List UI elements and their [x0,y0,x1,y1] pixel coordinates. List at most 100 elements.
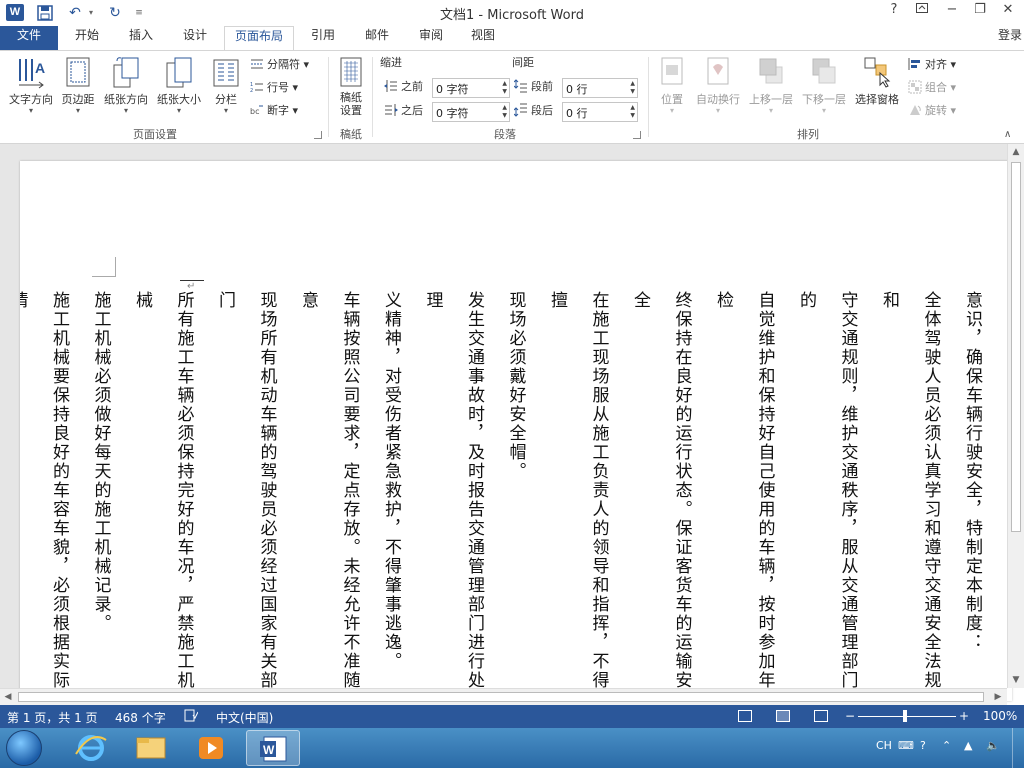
zoom-slider-thumb[interactable] [903,710,907,722]
collapse-ribbon-icon[interactable]: ∧ [1004,129,1011,140]
tray-expand-icon[interactable]: ⌃ [942,739,951,752]
scroll-left-icon[interactable]: ◀ [0,689,16,705]
spinner-arrows-icon[interactable]: ▲ ▼ [630,104,635,120]
wrap-text-button[interactable]: 自动换行 ▾ [692,55,744,121]
scroll-down-icon[interactable]: ▼ [1008,672,1024,688]
align-button[interactable]: 对齐 ▾ [908,55,956,75]
show-hidden-icons-icon[interactable]: ▲ [964,739,972,752]
indent-after-input[interactable]: 0 字符 ▲ ▼ [432,102,510,122]
document-text-column[interactable]: 终保持在良好的运行状态。保证客货车的运输安全 [619,291,702,691]
input-language-indicator[interactable]: CH [876,739,892,752]
margins-button[interactable]: 页边距 ▾ [58,55,98,121]
tab-references[interactable]: 引用 [300,26,346,50]
show-desktop-button[interactable] [1012,728,1024,768]
document-text-column[interactable]: 现场必须戴好安全帽。 [494,291,536,691]
zoom-in-button[interactable]: + [959,709,969,723]
columns-button[interactable]: 分栏 ▾ [208,55,244,121]
text-direction-button[interactable]: A 文字方向 ▾ [4,55,58,121]
spinner-arrows-icon[interactable]: ▲ ▼ [630,80,635,96]
tab-home[interactable]: 开始 [64,26,110,50]
volume-icon[interactable]: 🔈 [986,739,1000,752]
selection-pane-button[interactable]: 选择窗格 [852,55,902,121]
svg-text:bc: bc [250,107,259,116]
print-layout-icon[interactable] [776,710,790,722]
hyphenation-button[interactable]: bc 断字 ▾ [250,101,298,121]
document-text-column[interactable]: 守交通规则，维护交通秩序，服从交通管理部门的 [785,291,868,691]
zoom-slider-track[interactable] [858,716,956,717]
spinner-arrows-icon[interactable]: ▲ ▼ [502,80,507,96]
read-mode-icon[interactable] [738,710,752,722]
spacing-after-value: 0 行 [566,107,588,120]
bring-forward-button[interactable]: 上移一层 ▾ [746,55,796,121]
spinner-arrows-icon[interactable]: ▲ ▼ [502,104,507,120]
columns-icon [211,55,241,89]
horizontal-scrollbar[interactable]: ◀ ▶ [0,688,1007,705]
spacing-before-input[interactable]: 0 行 ▲ ▼ [562,78,638,98]
tab-file[interactable]: 文件 [0,26,58,50]
sign-in-link[interactable]: 登录 [998,26,1022,43]
indent-before-input[interactable]: 0 字符 ▲ ▼ [432,78,510,98]
document-text-column[interactable]: 意识，确保车辆行驶安全，特制定本制度： [951,291,993,691]
text-direction-icon: A [16,55,46,89]
start-button-icon[interactable] [6,730,42,766]
document-text-column[interactable]: 义精神，对受伤者紧急救护，不得肇事逃逸。 [370,291,412,691]
proofing-icon[interactable] [184,709,199,725]
media-player-icon[interactable] [184,730,238,766]
line-numbers-button[interactable]: 1 2 行号 ▾ [250,78,298,98]
document-text-column[interactable]: 车辆按照公司要求，定点存放。未经允许不准随意 [287,291,370,691]
zoom-out-button[interactable]: − [845,709,855,723]
document-text-column[interactable]: 发生交通事故时，及时报告交通管理部门进行处理 [411,291,494,691]
document-text-column[interactable]: 施工机械要保持良好的车容车貌，必须根据实际情 [20,291,79,691]
document-page[interactable]: ↵ 意识，确保车辆行驶安全，特制定本制度： 全体驾驶人员必须认真学习和遵守交通安全… [20,161,1012,701]
ie-icon[interactable] [64,730,118,766]
tab-insert[interactable]: 插入 [118,26,164,50]
group-divider [648,57,649,137]
spacing-after-input[interactable]: 0 行 ▲ ▼ [562,102,638,122]
paragraph-dialog-launcher[interactable] [633,131,641,139]
web-layout-icon[interactable] [814,710,828,722]
crop-mark [115,257,116,277]
language-indicator[interactable]: 中文(中国) [216,709,273,726]
tab-mailings[interactable]: 邮件 [354,26,400,50]
tab-view[interactable]: 视图 [460,26,506,50]
minimize-icon[interactable]: − [938,2,966,24]
restore-icon[interactable]: ❐ [966,2,994,24]
vertical-document-text[interactable]: 意识，确保车辆行驶安全，特制定本制度： 全体驾驶人员必须认真学习和遵守交通安全法规… [20,291,992,691]
document-text-column[interactable]: 施工机械必须做好每天的施工机械记录。 [79,291,121,691]
word-count[interactable]: 468 个字 [115,709,166,726]
ribbon-display-options-icon[interactable] [908,2,936,24]
tab-design[interactable]: 设计 [172,26,218,50]
tab-review[interactable]: 审阅 [408,26,454,50]
document-text-column[interactable]: 现场所有机动车辆的驾驶员必须经过国家有关部门 [204,291,287,691]
page-count[interactable]: 第 1 页，共 1 页 [7,709,98,726]
document-text-column[interactable]: 自觉维护和保持好自己使用的车辆，按时参加年检 [702,291,785,691]
document-text-column[interactable]: 所有施工车辆必须保持完好的车况，严禁施工机械 [121,291,204,691]
document-text-column[interactable]: 在施工现场服从施工负责人的领导和指挥，不得擅 [536,291,619,691]
vertical-scroll-thumb[interactable] [1011,162,1021,532]
keyboard-icon[interactable]: ⌨ [898,739,914,752]
word-icon[interactable]: W [246,730,300,766]
document-text-column[interactable]: 全体驾驶人员必须认真学习和遵守交通安全法规和 [868,291,951,691]
position-button[interactable]: 位置 ▾ [654,55,690,121]
group-divider [372,57,373,137]
chevron-down-icon: ▾ [223,106,228,115]
orientation-button[interactable]: 纸张方向 ▾ [100,55,152,121]
explorer-icon[interactable] [124,730,178,766]
page-setup-dialog-launcher[interactable] [314,131,322,139]
scroll-right-icon[interactable]: ▶ [990,689,1006,705]
help-tray-icon[interactable]: ? [920,739,926,752]
scroll-up-icon[interactable]: ▲ [1008,144,1024,160]
breaks-button[interactable]: 分隔符 ▾ [250,55,309,75]
rotate-button[interactable]: 旋转 ▾ [908,101,956,121]
group-button[interactable]: 组合 ▾ [908,78,956,98]
paragraph-group-label: 段落 [494,128,516,141]
horizontal-scroll-thumb[interactable] [18,692,984,702]
vertical-scrollbar[interactable]: ▲ ▼ [1007,144,1024,688]
close-icon[interactable]: ✕ [994,2,1022,24]
paper-size-button[interactable]: 纸张大小 ▾ [154,55,204,121]
tab-page-layout[interactable]: 页面布局 [224,26,294,51]
help-button[interactable]: ? [880,2,908,24]
send-backward-button[interactable]: 下移一层 ▾ [798,55,850,121]
manuscript-settings-button[interactable]: 稿纸 设置 [334,55,368,121]
zoom-level[interactable]: 100% [983,709,1017,723]
